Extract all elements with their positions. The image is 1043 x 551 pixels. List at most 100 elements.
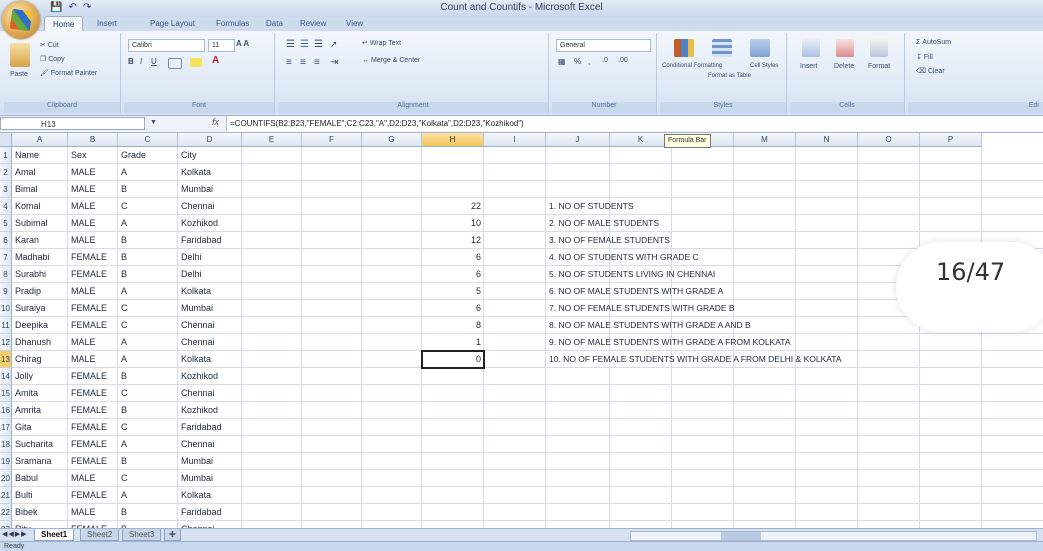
column-header-a[interactable]: A xyxy=(12,133,68,147)
office-button[interactable] xyxy=(2,1,40,39)
cell-a11[interactable]: Deepika xyxy=(12,317,68,334)
cell-h11[interactable]: 8 xyxy=(422,317,484,334)
row-header[interactable]: 16 xyxy=(0,402,12,419)
tab-insert[interactable]: Insert xyxy=(97,17,117,30)
row-header[interactable]: 19 xyxy=(0,453,12,470)
cell-b13[interactable]: MALE xyxy=(68,351,118,368)
row-header[interactable]: 1 xyxy=(0,147,12,164)
cell-c9[interactable]: A xyxy=(118,283,178,300)
cell-d19[interactable]: Mumbai xyxy=(178,453,242,470)
cell-h5[interactable]: 10 xyxy=(422,215,484,232)
column-header-j[interactable]: J xyxy=(546,133,610,147)
cell-c13[interactable]: A xyxy=(118,351,178,368)
row-header[interactable]: 4 xyxy=(0,198,12,215)
cell-d1[interactable]: City xyxy=(178,147,242,164)
cell-h12[interactable]: 1 xyxy=(422,334,484,351)
cell-c7[interactable]: B xyxy=(118,249,178,266)
copy-button[interactable]: ❐ Copy xyxy=(40,55,65,63)
cell-c15[interactable]: C xyxy=(118,385,178,402)
tab-page-layout[interactable]: Page Layout xyxy=(150,17,195,30)
column-header-i[interactable]: I xyxy=(484,133,546,147)
cell-d6[interactable]: Faridabad xyxy=(178,232,242,249)
row-header[interactable]: 20 xyxy=(0,470,12,487)
cell-c16[interactable]: B xyxy=(118,402,178,419)
row-header[interactable]: 17 xyxy=(0,419,12,436)
cell-h9[interactable]: 5 xyxy=(422,283,484,300)
comma-icon[interactable]: , xyxy=(588,57,590,66)
cell-a8[interactable]: Surabhi xyxy=(12,266,68,283)
row-header[interactable]: 18 xyxy=(0,436,12,453)
cell-a13[interactable]: Chirag xyxy=(12,351,68,368)
cell-c10[interactable]: C xyxy=(118,300,178,317)
format-table-label[interactable]: Format as Table xyxy=(708,73,751,79)
cell-d4[interactable]: Chennai xyxy=(178,198,242,215)
cell-c23[interactable]: B xyxy=(118,521,178,528)
cell-styles-label[interactable]: Cell Styles xyxy=(750,63,778,69)
name-box[interactable]: H13 xyxy=(0,117,145,130)
row-header[interactable]: 5 xyxy=(0,215,12,232)
grow-font-icon[interactable]: A A xyxy=(236,39,249,48)
cell-a6[interactable]: Karan xyxy=(12,232,68,249)
column-header-b[interactable]: B xyxy=(68,133,118,147)
clear-button[interactable]: ⌫ Clear xyxy=(916,67,945,75)
cell-c17[interactable]: C xyxy=(118,419,178,436)
cell-c1[interactable]: Grade xyxy=(118,147,178,164)
cell-b14[interactable]: FEMALE xyxy=(68,368,118,385)
cell-b7[interactable]: FEMALE xyxy=(68,249,118,266)
sheet-nav-arrows-icon[interactable]: ◀◀▶▶ xyxy=(2,530,28,538)
orientation-icon[interactable]: ➚ xyxy=(330,39,338,50)
cell-a4[interactable]: Komal xyxy=(12,198,68,215)
paste-icon[interactable] xyxy=(10,43,30,67)
cell-a19[interactable]: Sramana xyxy=(12,453,68,470)
question-text[interactable]: 3. NO OF FEMALE STUDENTS xyxy=(549,232,670,249)
cell-c19[interactable]: B xyxy=(118,453,178,470)
cell-d16[interactable]: Kozhikod xyxy=(178,402,242,419)
fill-button[interactable]: ↧ Fill xyxy=(916,53,933,61)
cell-a16[interactable]: Amrita xyxy=(12,402,68,419)
row-header[interactable]: 14 xyxy=(0,368,12,385)
format-painter-button[interactable]: 🖌 Format Painter xyxy=(40,69,97,77)
cell-c2[interactable]: A xyxy=(118,164,178,181)
cell-a14[interactable]: Jolly xyxy=(12,368,68,385)
wrap-text-button[interactable]: ↵ Wrap Text xyxy=(362,39,401,47)
cell-b1[interactable]: Sex xyxy=(68,147,118,164)
cell-b20[interactable]: MALE xyxy=(68,470,118,487)
cell-b5[interactable]: MALE xyxy=(68,215,118,232)
cell-h8[interactable]: 6 xyxy=(422,266,484,283)
row-header[interactable]: 11 xyxy=(0,317,12,334)
align-center-icon[interactable]: ≡ xyxy=(300,57,306,68)
align-top-icon[interactable]: ☰ xyxy=(286,39,295,50)
increase-decimal-icon[interactable]: .0 xyxy=(602,57,608,64)
row-header[interactable]: 13 xyxy=(0,351,12,368)
cell-a20[interactable]: Babul xyxy=(12,470,68,487)
column-header-h[interactable]: H xyxy=(422,133,484,147)
column-header-c[interactable]: C xyxy=(118,133,178,147)
cell-h4[interactable]: 22 xyxy=(422,198,484,215)
cell-b6[interactable]: MALE xyxy=(68,232,118,249)
cell-d20[interactable]: Mumbai xyxy=(178,470,242,487)
cell-d8[interactable]: Delhi xyxy=(178,266,242,283)
column-header-g[interactable]: G xyxy=(362,133,422,147)
row-header[interactable]: 9 xyxy=(0,283,12,300)
cell-c22[interactable]: B xyxy=(118,504,178,521)
cell-d18[interactable]: Chennai xyxy=(178,436,242,453)
format-label[interactable]: Format xyxy=(868,63,890,70)
name-box-dropdown-icon[interactable]: ▼ xyxy=(150,119,157,126)
font-name-select[interactable]: Calibri xyxy=(128,39,205,52)
column-header-f[interactable]: F xyxy=(302,133,362,147)
cell-a21[interactable]: Bulti xyxy=(12,487,68,504)
formula-input[interactable]: =COUNTIFS(B2:B23,"FEMALE",C2:C23,"A",D2:… xyxy=(226,116,1043,131)
cell-d7[interactable]: Delhi xyxy=(178,249,242,266)
cell-h7[interactable]: 6 xyxy=(422,249,484,266)
percent-icon[interactable]: % xyxy=(574,57,581,66)
italic-icon[interactable]: I xyxy=(140,57,142,66)
cell-a10[interactable]: Suraiya xyxy=(12,300,68,317)
worksheet-grid[interactable]: ABCDEFGHIJKLMNOP1NameSexGradeCity2AmalMA… xyxy=(0,133,1043,528)
cell-c3[interactable]: B xyxy=(118,181,178,198)
cut-button[interactable]: ✂ Cut xyxy=(40,41,59,49)
cell-d17[interactable]: Faridabad xyxy=(178,419,242,436)
cell-b11[interactable]: FEMALE xyxy=(68,317,118,334)
cell-b4[interactable]: MALE xyxy=(68,198,118,215)
cell-c11[interactable]: C xyxy=(118,317,178,334)
cell-a9[interactable]: Pradip xyxy=(12,283,68,300)
